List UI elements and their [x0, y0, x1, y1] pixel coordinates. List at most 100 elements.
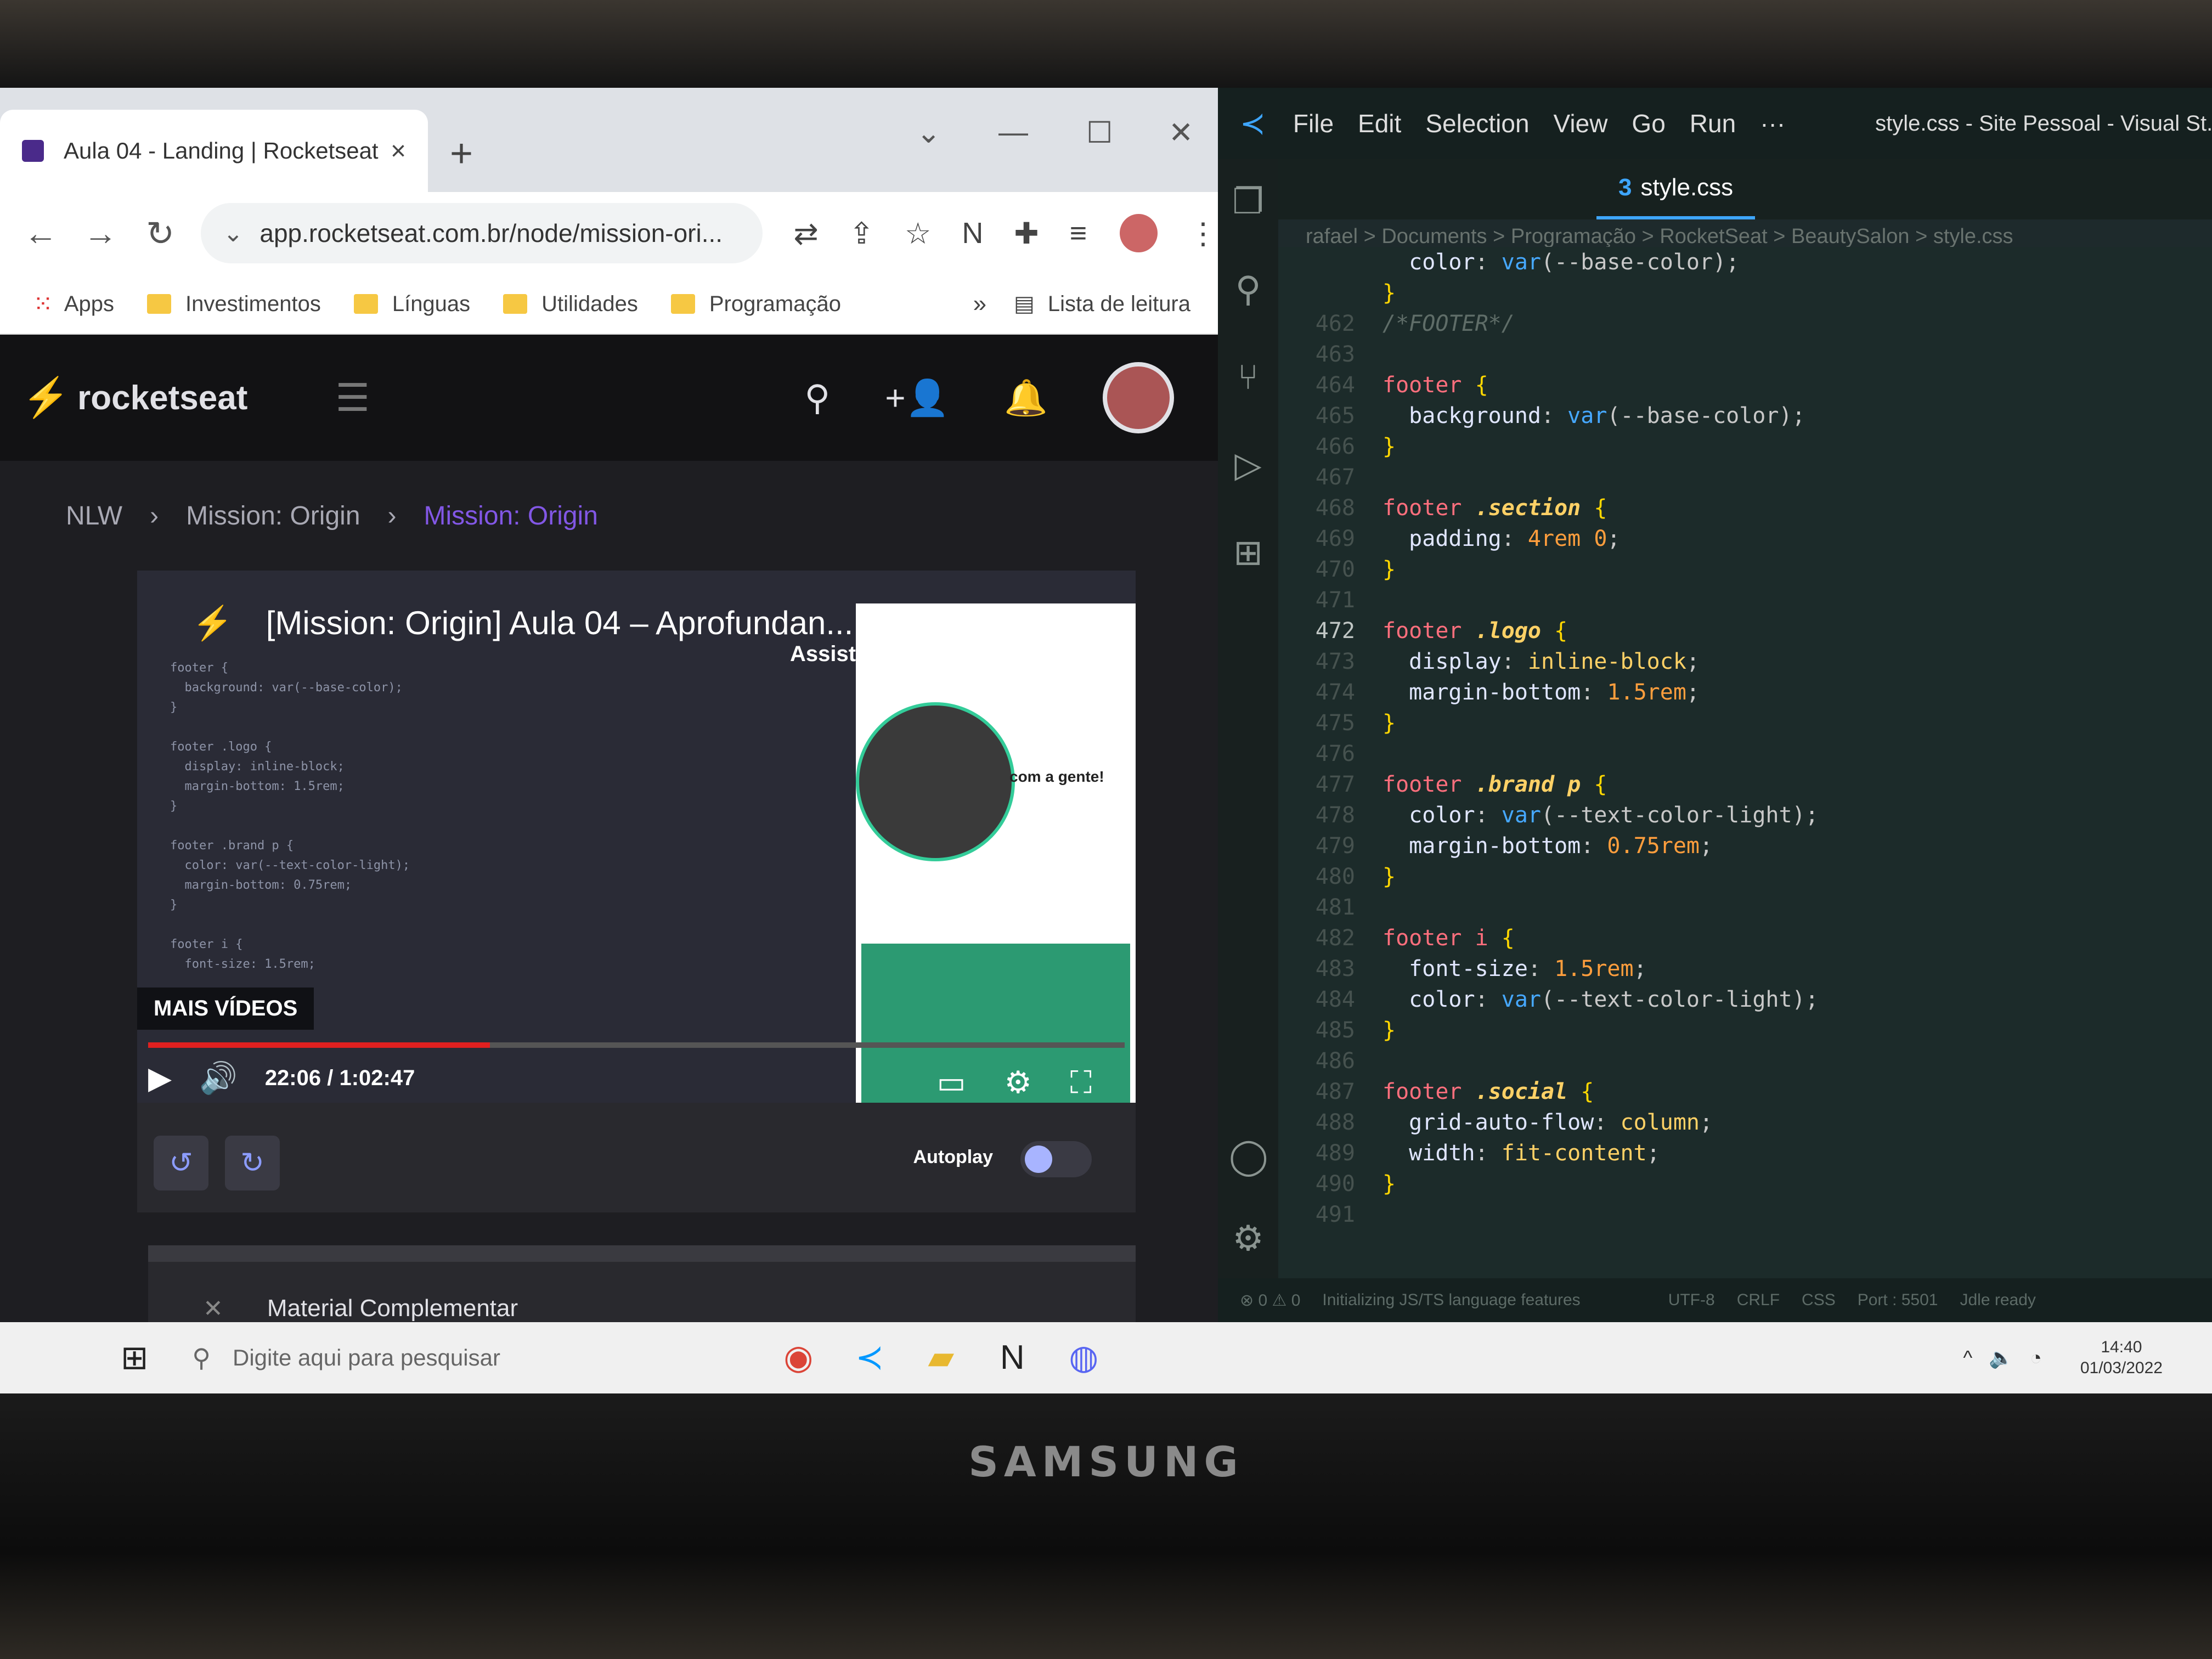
- subtitles-icon[interactable]: ▭: [937, 1064, 966, 1101]
- menu-more[interactable]: ···: [1760, 109, 1785, 138]
- rewind-10-icon[interactable]: ↺: [154, 1136, 208, 1190]
- chrome-menu-icon[interactable]: ⋮: [1188, 216, 1218, 251]
- file-explorer-icon[interactable]: ▰: [905, 1322, 977, 1393]
- maximize-icon[interactable]: ☐: [1086, 115, 1113, 150]
- menu-view[interactable]: View: [1554, 109, 1608, 138]
- hamburger-menu-icon[interactable]: ☰: [335, 375, 370, 420]
- code-line[interactable]: 481: [1278, 892, 1383, 923]
- tab-close-icon[interactable]: ×: [391, 136, 406, 166]
- tab-search-icon[interactable]: ⌄: [916, 115, 941, 150]
- clock[interactable]: 14:40 01/03/2022: [2080, 1337, 2163, 1379]
- play-icon[interactable]: ▶: [148, 1060, 172, 1096]
- code-line[interactable]: 463: [1278, 339, 1383, 370]
- chrome-app-icon[interactable]: ◉: [763, 1322, 834, 1393]
- code-line[interactable]: 465 background: var(--base-color);: [1278, 400, 1805, 431]
- explorer-icon[interactable]: ❐: [1229, 181, 1267, 222]
- code-line[interactable]: 484 color: var(--text-color-light);: [1278, 984, 1819, 1015]
- menu-file[interactable]: File: [1293, 109, 1334, 138]
- code-line[interactable]: 470}: [1278, 554, 1396, 585]
- network-icon[interactable]: ◔: [2030, 1346, 2042, 1369]
- code-line[interactable]: 464 footer {: [1278, 370, 1488, 400]
- profile-avatar[interactable]: [1120, 214, 1158, 252]
- minimize-icon[interactable]: —: [998, 115, 1028, 149]
- code-line[interactable]: 482 footer i {: [1278, 923, 1515, 953]
- code-line[interactable]: 486: [1278, 1046, 1383, 1076]
- encoding-indicator[interactable]: UTF-8: [1668, 1291, 1715, 1310]
- forward-10-icon[interactable]: ↻: [225, 1136, 280, 1190]
- volume-icon[interactable]: 🔊: [199, 1060, 238, 1096]
- browser-tab[interactable]: Aula 04 - Landing | Rocketseat ×: [0, 110, 428, 192]
- code-line[interactable]: 489 width: fit-content;: [1278, 1138, 1660, 1169]
- taskbar-search[interactable]: ⚲ Digite aqui para pesquisar: [192, 1328, 741, 1388]
- vscode-app-icon[interactable]: ≺: [834, 1322, 905, 1393]
- code-line[interactable]: 475}: [1278, 708, 1396, 738]
- share-icon[interactable]: ⇪: [849, 216, 874, 251]
- code-line[interactable]: 487 footer .social {: [1278, 1076, 1594, 1107]
- manage-gear-icon[interactable]: ⚙: [1229, 1218, 1267, 1259]
- menu-selection[interactable]: Selection: [1425, 109, 1529, 138]
- code-line[interactable]: 478 color: var(--text-color-light);: [1278, 800, 1819, 831]
- bookmark-star-icon[interactable]: ☆: [905, 216, 931, 251]
- code-line[interactable]: 469 padding: 4rem 0;: [1278, 523, 1621, 554]
- breadcrumb-current[interactable]: Mission: Origin: [424, 501, 598, 531]
- code-editor[interactable]: color: var(--base-color);} 462/*FOOTER*/4…: [1278, 247, 2212, 1278]
- bookmarks-overflow-button[interactable]: »: [973, 290, 986, 318]
- notion-extension-icon[interactable]: N: [962, 216, 983, 250]
- volume-icon[interactable]: 🔈: [1989, 1346, 2013, 1369]
- code-line[interactable]: 476: [1278, 738, 1383, 769]
- code-line[interactable]: 479 margin-bottom: 0.75rem;: [1278, 831, 1713, 861]
- extensions-puzzle-icon[interactable]: ✚: [1014, 216, 1039, 251]
- close-window-icon[interactable]: ✕: [1169, 115, 1193, 150]
- code-line[interactable]: 490}: [1278, 1169, 1396, 1199]
- bookmark-folder[interactable]: Investimentos: [147, 292, 321, 317]
- code-line[interactable]: 473 display: inline-block;: [1278, 646, 1700, 677]
- more-videos-button[interactable]: MAIS VÍDEOS: [137, 988, 314, 1030]
- menu-edit[interactable]: Edit: [1358, 109, 1401, 138]
- extensions-icon[interactable]: ⊞: [1229, 532, 1267, 573]
- live-server-port[interactable]: Port : 5501: [1858, 1291, 1938, 1310]
- tray-chevron-icon[interactable]: ^: [1963, 1346, 1972, 1369]
- back-icon[interactable]: ←: [22, 214, 60, 253]
- code-line[interactable]: 485}: [1278, 1015, 1396, 1046]
- bookmark-folder[interactable]: Línguas: [353, 292, 470, 317]
- bookmark-folder[interactable]: Programação: [670, 292, 841, 317]
- address-bar[interactable]: ⌄ app.rocketseat.com.br/node/mission-ori…: [201, 203, 763, 263]
- code-line[interactable]: 466}: [1278, 431, 1396, 462]
- code-line[interactable]: color: var(--base-color);: [1278, 247, 1739, 278]
- reading-list-button[interactable]: ▤ Lista de leitura: [1014, 291, 1190, 317]
- code-line[interactable]: 468 footer .section {: [1278, 493, 1607, 523]
- code-line[interactable]: }: [1278, 278, 1396, 308]
- add-friend-icon[interactable]: +👤: [885, 377, 949, 419]
- breadcrumb-item[interactable]: Mission: Origin: [186, 501, 360, 531]
- code-line[interactable]: 474 margin-bottom: 1.5rem;: [1278, 677, 1700, 708]
- material-complementar-section[interactable]: ✕ Material Complementar: [148, 1245, 1136, 1322]
- new-tab-button[interactable]: +: [450, 126, 473, 181]
- video-progress-bar[interactable]: [148, 1042, 1125, 1048]
- search-icon[interactable]: ⚲: [1229, 269, 1267, 310]
- discord-app-icon[interactable]: ◍: [1048, 1322, 1119, 1393]
- video-frame[interactable]: footer { background: var(--base-color); …: [137, 571, 1136, 1103]
- menu-go[interactable]: Go: [1632, 109, 1665, 138]
- code-line[interactable]: 477 footer .brand p {: [1278, 769, 1607, 800]
- rocketseat-logo[interactable]: ⚡ rocketseat: [22, 375, 247, 420]
- windows-start-icon[interactable]: ⊞: [121, 1339, 148, 1377]
- code-line[interactable]: 491: [1278, 1199, 1383, 1230]
- search-icon[interactable]: ⚲: [804, 377, 830, 419]
- code-line[interactable]: 480}: [1278, 861, 1396, 892]
- problems-indicator[interactable]: ⊗ 0 ⚠ 0: [1240, 1291, 1300, 1310]
- notification-bell-icon[interactable]: 🔔: [1004, 377, 1048, 419]
- source-control-icon[interactable]: ⑂: [1229, 357, 1267, 397]
- fullscreen-icon[interactable]: ⛶: [1070, 1064, 1092, 1101]
- code-line[interactable]: 462 /*FOOTER*/: [1278, 308, 1515, 339]
- code-line[interactable]: 488 grid-auto-flow: column;: [1278, 1107, 1713, 1138]
- bookmark-folder[interactable]: Utilidades: [503, 292, 638, 317]
- reload-icon[interactable]: ↻: [142, 213, 179, 253]
- site-info-icon[interactable]: ⌄: [223, 219, 243, 247]
- code-line[interactable]: 483 font-size: 1.5rem;: [1278, 953, 1647, 984]
- notion-app-icon[interactable]: N: [977, 1322, 1048, 1393]
- settings-gear-icon[interactable]: ⚙: [1005, 1064, 1032, 1101]
- code-line[interactable]: 472 footer .logo {: [1278, 616, 1567, 646]
- run-debug-icon[interactable]: ▷: [1229, 444, 1267, 486]
- autoplay-toggle[interactable]: [1020, 1141, 1092, 1177]
- translate-icon[interactable]: ⇄: [793, 216, 818, 251]
